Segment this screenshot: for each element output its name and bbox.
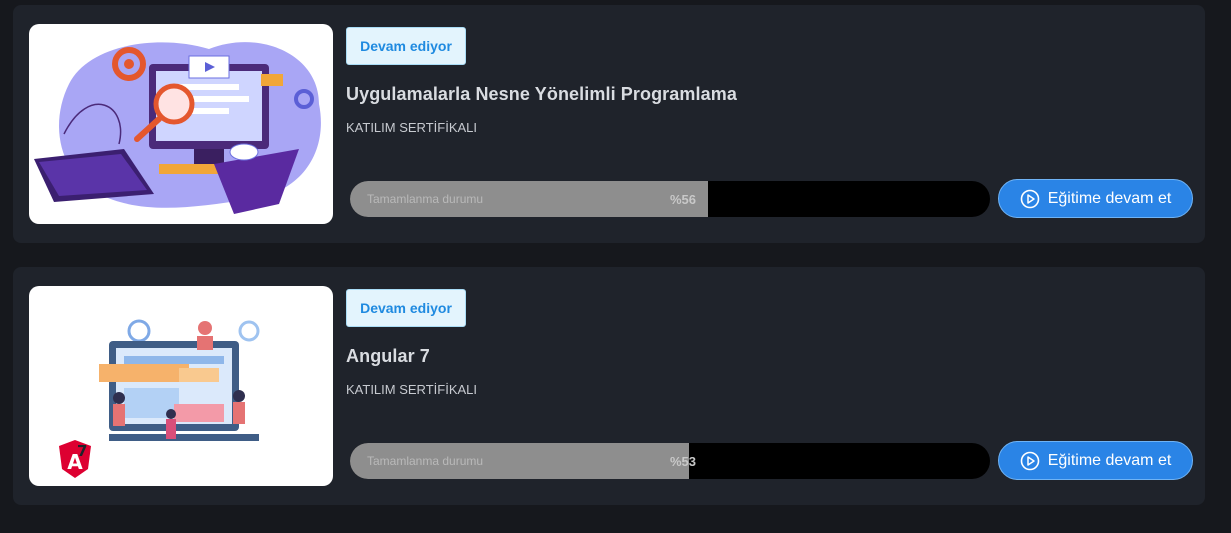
continue-course-label: Eğitime devam et xyxy=(1047,189,1172,207)
progress-percent: %56 xyxy=(670,191,697,207)
course-card: A 7 Devam ediyor Angular 7 KATILIM SERTİ… xyxy=(13,267,1205,505)
play-circle-icon xyxy=(1020,451,1039,470)
course-title[interactable]: Angular 7 xyxy=(346,346,430,367)
status-badge: Devam ediyor xyxy=(346,289,466,327)
continue-course-label: Eğitime devam et xyxy=(1047,451,1172,469)
course-title[interactable]: Uygulamalarla Nesne Yönelimli Programlam… xyxy=(346,84,737,105)
course-card: Devam ediyor Uygulamalarla Nesne Yönelim… xyxy=(13,5,1205,243)
progress-percent: %53 xyxy=(670,453,697,469)
play-circle-icon xyxy=(1020,189,1039,208)
certificate-label: KATILIM SERTİFİKALI xyxy=(346,120,477,135)
angular-illustration-icon: A 7 xyxy=(59,319,260,478)
computer-illustration-icon xyxy=(34,42,321,214)
course-thumbnail[interactable] xyxy=(29,24,333,224)
progress-bar: Tamamlanma durumu %53 xyxy=(350,443,990,479)
progress-label: Tamamlanma durumu xyxy=(367,192,484,206)
continue-course-button[interactable]: Eğitime devam et xyxy=(998,441,1193,480)
certificate-label: KATILIM SERTİFİKALI xyxy=(346,382,477,397)
progress-label: Tamamlanma durumu xyxy=(367,454,484,468)
status-badge: Devam ediyor xyxy=(346,27,466,65)
progress-bar: Tamamlanma durumu %56 xyxy=(350,181,990,217)
course-thumbnail[interactable]: A 7 xyxy=(29,286,333,486)
continue-course-button[interactable]: Eğitime devam et xyxy=(998,179,1193,218)
svg-text:7: 7 xyxy=(77,442,87,460)
